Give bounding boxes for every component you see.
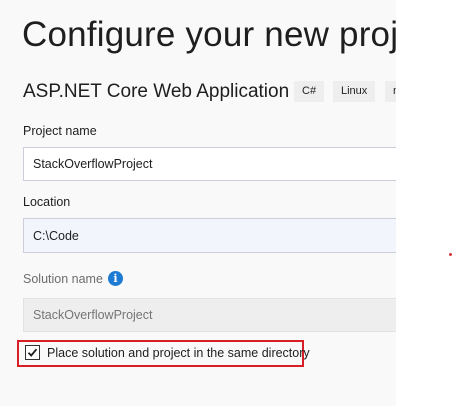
background-area bbox=[396, 0, 454, 406]
project-name-input[interactable] bbox=[23, 147, 396, 181]
info-icon[interactable]: i bbox=[108, 271, 123, 286]
solution-name-input bbox=[23, 298, 396, 332]
same-directory-checkbox[interactable] bbox=[25, 345, 40, 360]
page-title: Configure your new project bbox=[22, 15, 396, 54]
tag-language: C# bbox=[294, 81, 325, 102]
solution-name-label: Solution name bbox=[23, 272, 103, 286]
same-directory-label[interactable]: Place solution and project in the same d… bbox=[47, 346, 310, 360]
same-directory-checkbox-row[interactable]: Place solution and project in the same d… bbox=[17, 340, 310, 367]
location-input[interactable] bbox=[23, 218, 396, 253]
project-name-label: Project name bbox=[23, 124, 97, 138]
location-label: Location bbox=[23, 195, 71, 209]
tag-platform-macos: macOS bbox=[385, 81, 396, 102]
tag-platform-linux: Linux bbox=[333, 81, 376, 102]
template-name: ASP.NET Core Web Application bbox=[23, 81, 290, 102]
configure-project-dialog: Configure your new project ASP.NET Core … bbox=[0, 0, 396, 406]
checkmark-icon bbox=[27, 348, 38, 357]
stray-dot bbox=[449, 253, 452, 256]
